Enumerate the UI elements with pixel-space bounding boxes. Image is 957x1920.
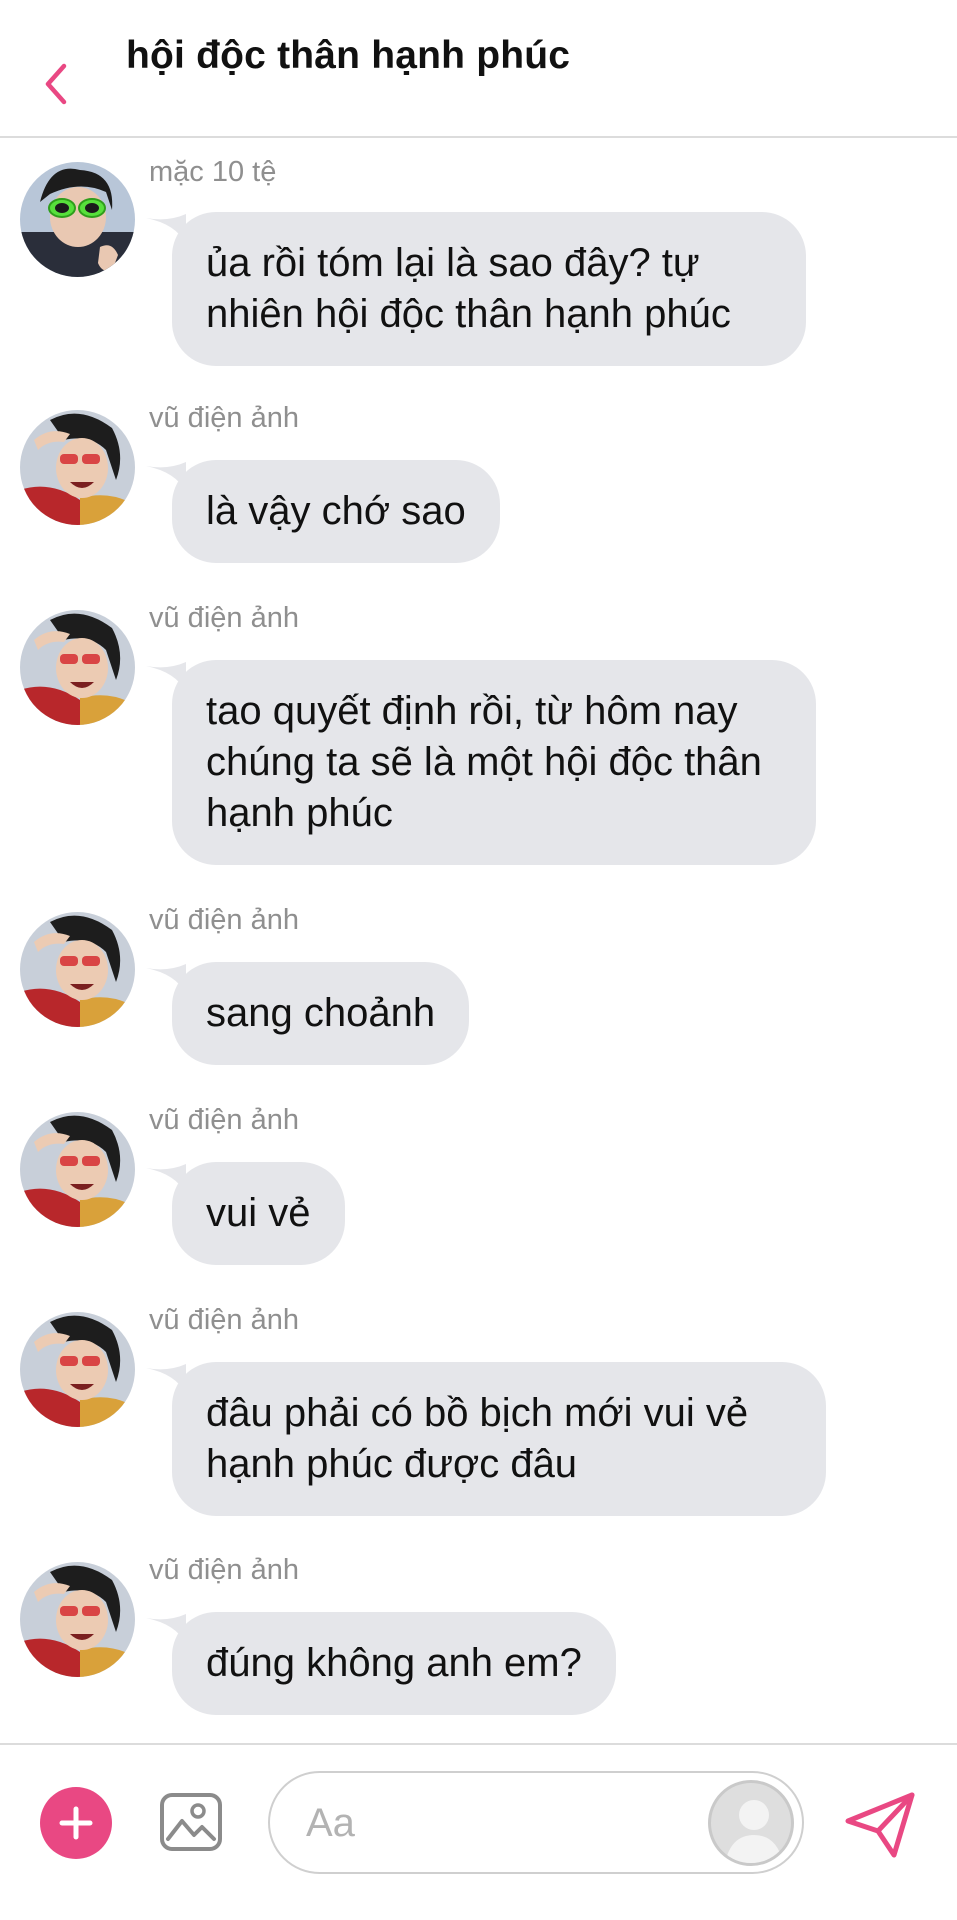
message-list: mặc 10 tệ ủa rồi tóm lại là sao đây? tự … xyxy=(0,140,957,1740)
message-input[interactable] xyxy=(306,1797,656,1849)
message-input-wrapper xyxy=(268,1771,804,1874)
sender-name: vũ điện ảnh xyxy=(149,1304,299,1336)
plus-icon xyxy=(59,1806,93,1840)
sender-name: vũ điện ảnh xyxy=(149,1104,299,1136)
add-button[interactable] xyxy=(40,1787,112,1859)
chat-header: hội độc thân hạnh phúc xyxy=(0,0,957,138)
message-composer xyxy=(0,1743,957,1920)
message-bubble[interactable]: vui vẻ xyxy=(172,1162,345,1265)
sender-name: vũ điện ảnh xyxy=(149,904,299,936)
avatar[interactable] xyxy=(20,410,135,525)
user-avatar[interactable] xyxy=(708,1780,794,1866)
avatar[interactable] xyxy=(20,1112,135,1227)
avatar[interactable] xyxy=(20,912,135,1027)
chevron-left-icon xyxy=(45,63,67,105)
person-icon xyxy=(725,1800,783,1863)
avatar[interactable] xyxy=(20,1312,135,1427)
avatar[interactable] xyxy=(20,610,135,725)
message-bubble[interactable]: đâu phải có bồ bịch mới vui vẻ hạnh phúc… xyxy=(172,1362,826,1516)
avatar[interactable] xyxy=(20,1562,135,1677)
send-button[interactable] xyxy=(842,1787,918,1863)
message-bubble[interactable]: tao quyết định rồi, từ hôm nay chúng ta … xyxy=(172,660,816,865)
sender-name: vũ điện ảnh xyxy=(149,602,299,634)
sender-name: vũ điện ảnh xyxy=(149,402,299,434)
send-icon xyxy=(845,1792,915,1858)
image-icon xyxy=(160,1793,222,1851)
message-bubble[interactable]: đúng không anh em? xyxy=(172,1612,616,1715)
sender-name: vũ điện ảnh xyxy=(149,1554,299,1586)
avatar[interactable] xyxy=(20,162,135,277)
message-bubble[interactable]: ủa rồi tóm lại là sao đây? tự nhiên hội … xyxy=(172,212,806,366)
message-bubble[interactable]: là vậy chớ sao xyxy=(172,460,500,563)
image-button[interactable] xyxy=(158,1789,224,1855)
sender-name: mặc 10 tệ xyxy=(149,156,277,188)
chat-screen: hội độc thân hạnh phúc mặc 10 tệ ủa rồi … xyxy=(0,0,957,1920)
back-button[interactable] xyxy=(34,56,78,112)
message-bubble[interactable]: sang choảnh xyxy=(172,962,470,1065)
chat-title: hội độc thân hạnh phúc xyxy=(126,34,571,77)
